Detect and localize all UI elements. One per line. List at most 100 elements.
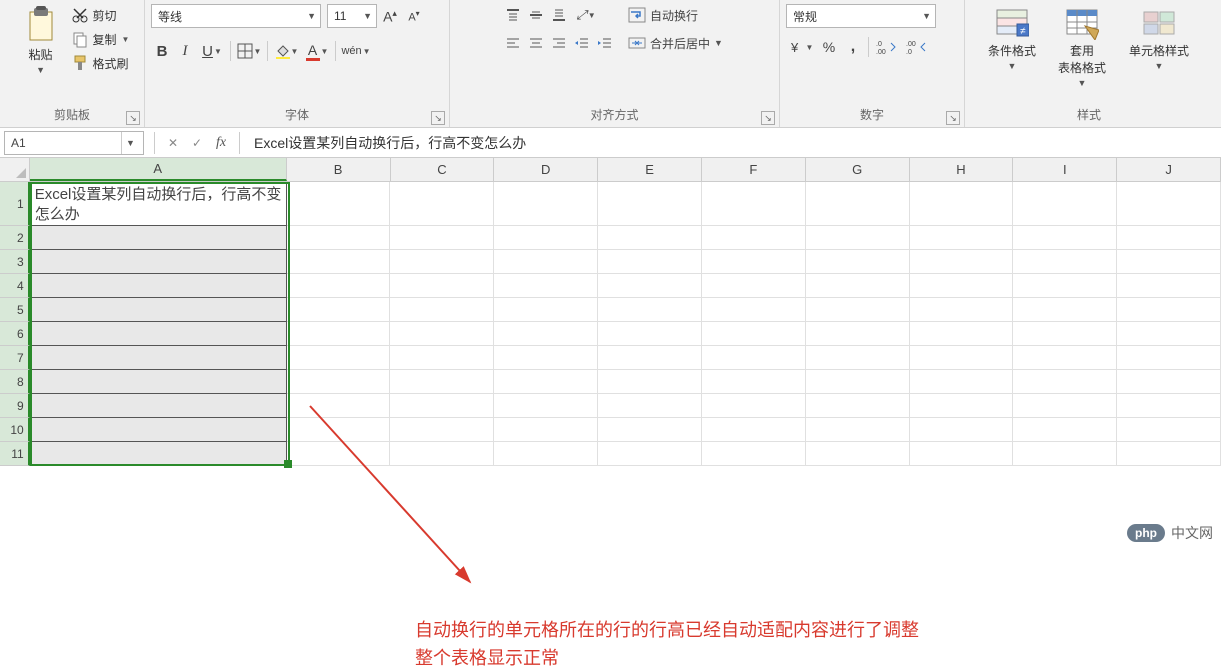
cell-F11[interactable] <box>702 442 806 466</box>
cell-D11[interactable] <box>494 442 598 466</box>
cell-J7[interactable] <box>1117 346 1221 370</box>
font-name-select[interactable]: 等线 ▼ <box>151 4 321 28</box>
cell-I1[interactable] <box>1013 182 1117 226</box>
cell-G10[interactable] <box>806 418 910 442</box>
number-format-select[interactable]: 常规 ▼ <box>786 4 936 28</box>
cell-C5[interactable] <box>390 298 494 322</box>
cell-A6[interactable] <box>30 322 287 346</box>
cut-button[interactable]: 剪切 <box>71 4 130 26</box>
cell-G5[interactable] <box>806 298 910 322</box>
cell-A7[interactable] <box>30 346 287 370</box>
column-header-B[interactable]: B <box>287 158 391 181</box>
cell-E5[interactable] <box>598 298 702 322</box>
row-header-9[interactable]: 9 <box>0 394 30 418</box>
conditional-format-button[interactable]: ≠ 条件格式 ▼ <box>977 4 1047 73</box>
increase-decimal-button[interactable]: .0.00 <box>873 36 901 58</box>
cell-A11[interactable] <box>30 442 287 466</box>
cell-D2[interactable] <box>494 226 598 250</box>
cell-H4[interactable] <box>910 274 1014 298</box>
cell-D7[interactable] <box>494 346 598 370</box>
cancel-formula-button[interactable]: ✕ <box>161 131 185 155</box>
cell-F7[interactable] <box>702 346 806 370</box>
cell-I11[interactable] <box>1013 442 1117 466</box>
cell-E3[interactable] <box>598 250 702 274</box>
cell-styles-button[interactable]: 单元格样式 ▼ <box>1117 4 1201 73</box>
column-header-J[interactable]: J <box>1117 158 1221 181</box>
format-painter-button[interactable]: 格式刷 <box>71 52 130 74</box>
cell-D4[interactable] <box>494 274 598 298</box>
cell-E11[interactable] <box>598 442 702 466</box>
cell-D9[interactable] <box>494 394 598 418</box>
decrease-indent-button[interactable] <box>571 32 593 54</box>
cell-C6[interactable] <box>390 322 494 346</box>
cell-A5[interactable] <box>30 298 287 322</box>
insert-function-button[interactable]: fx <box>209 131 233 155</box>
cell-C8[interactable] <box>390 370 494 394</box>
row-header-2[interactable]: 2 <box>0 226 30 250</box>
cell-A8[interactable] <box>30 370 287 394</box>
decrease-decimal-button[interactable]: .00.0 <box>903 36 931 58</box>
cell-F4[interactable] <box>702 274 806 298</box>
cell-A3[interactable] <box>30 250 287 274</box>
cell-F10[interactable] <box>702 418 806 442</box>
cell-H1[interactable] <box>910 182 1014 226</box>
comma-button[interactable]: , <box>842 36 864 58</box>
cell-G3[interactable] <box>806 250 910 274</box>
align-top-button[interactable] <box>502 4 524 26</box>
cell-B8[interactable] <box>287 370 391 394</box>
cell-B2[interactable] <box>287 226 391 250</box>
align-center-button[interactable] <box>525 32 547 54</box>
row-header-8[interactable]: 8 <box>0 370 30 394</box>
cell-B9[interactable] <box>287 394 391 418</box>
fill-color-button[interactable]: ▼ <box>271 40 301 62</box>
row-header-6[interactable]: 6 <box>0 322 30 346</box>
cell-I7[interactable] <box>1013 346 1117 370</box>
align-middle-button[interactable] <box>525 4 547 26</box>
align-left-button[interactable] <box>502 32 524 54</box>
cell-J11[interactable] <box>1117 442 1221 466</box>
paste-button[interactable]: 粘贴 ▼ <box>15 4 67 77</box>
cell-F2[interactable] <box>702 226 806 250</box>
row-header-3[interactable]: 3 <box>0 250 30 274</box>
font-launcher[interactable] <box>431 111 445 125</box>
row-header-1[interactable]: 1 <box>0 182 30 226</box>
cell-D8[interactable] <box>494 370 598 394</box>
cell-F3[interactable] <box>702 250 806 274</box>
cell-C10[interactable] <box>390 418 494 442</box>
cell-B3[interactable] <box>287 250 391 274</box>
cell-C1[interactable] <box>390 182 494 226</box>
cell-D6[interactable] <box>494 322 598 346</box>
cell-H3[interactable] <box>910 250 1014 274</box>
cell-C3[interactable] <box>390 250 494 274</box>
row-header-7[interactable]: 7 <box>0 346 30 370</box>
cell-J5[interactable] <box>1117 298 1221 322</box>
column-header-D[interactable]: D <box>494 158 598 181</box>
select-all-corner[interactable] <box>0 158 30 181</box>
underline-button[interactable]: U▼ <box>197 40 227 62</box>
increase-indent-button[interactable] <box>594 32 616 54</box>
row-header-4[interactable]: 4 <box>0 274 30 298</box>
cell-E2[interactable] <box>598 226 702 250</box>
cell-I9[interactable] <box>1013 394 1117 418</box>
name-box[interactable]: A1 ▼ <box>4 131 144 155</box>
cell-H9[interactable] <box>910 394 1014 418</box>
cell-C9[interactable] <box>390 394 494 418</box>
cell-H7[interactable] <box>910 346 1014 370</box>
column-header-A[interactable]: A <box>30 158 287 181</box>
increase-font-button[interactable]: A▴ <box>379 5 401 27</box>
cell-I6[interactable] <box>1013 322 1117 346</box>
cell-H11[interactable] <box>910 442 1014 466</box>
column-header-C[interactable]: C <box>391 158 495 181</box>
cell-E9[interactable] <box>598 394 702 418</box>
align-right-button[interactable] <box>548 32 570 54</box>
align-bottom-button[interactable] <box>548 4 570 26</box>
cell-G11[interactable] <box>806 442 910 466</box>
bold-button[interactable]: B <box>151 40 173 62</box>
cell-H2[interactable] <box>910 226 1014 250</box>
cell-J4[interactable] <box>1117 274 1221 298</box>
cell-H6[interactable] <box>910 322 1014 346</box>
cell-A9[interactable] <box>30 394 287 418</box>
cell-I5[interactable] <box>1013 298 1117 322</box>
column-header-I[interactable]: I <box>1013 158 1117 181</box>
cell-G6[interactable] <box>806 322 910 346</box>
